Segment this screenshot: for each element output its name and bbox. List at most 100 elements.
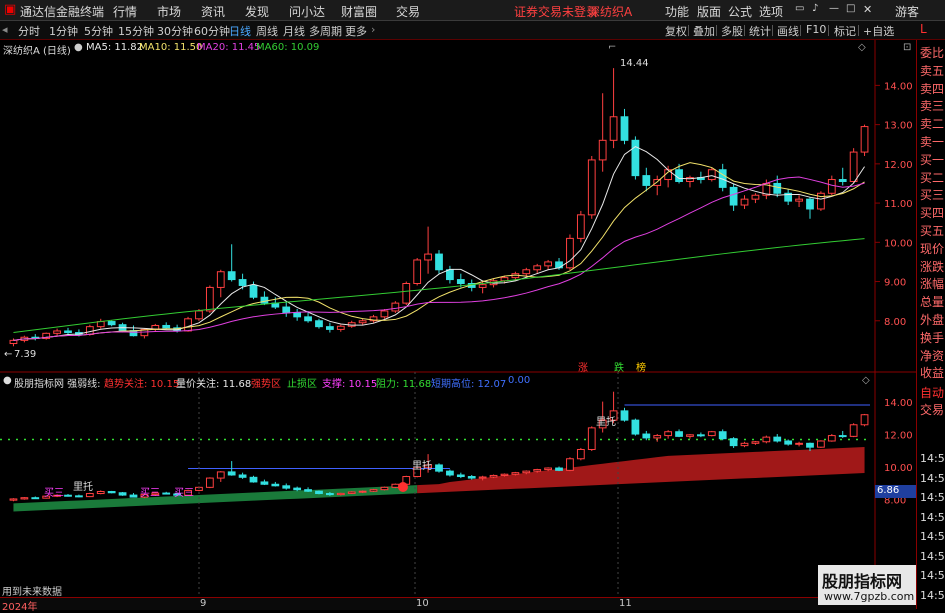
sub-candle-body xyxy=(566,458,574,471)
low-price-marker: 7.39 xyxy=(14,349,37,360)
sub-candle-body xyxy=(675,431,683,437)
sub-candle-body xyxy=(718,431,727,440)
moving-average-lines xyxy=(13,146,865,341)
sub-candle-body xyxy=(576,448,585,460)
menu-item-faxian[interactable]: 发现 xyxy=(245,3,269,20)
tab-multi-period[interactable]: 多周期 xyxy=(309,23,342,39)
sub-candle-body xyxy=(467,476,476,479)
sub-candle-body xyxy=(260,481,269,485)
btn-add-favorite[interactable]: +自选 xyxy=(863,23,894,39)
tab-30min[interactable]: 30分钟 xyxy=(157,23,193,39)
legend-trend: 趋势关注: 10.15 xyxy=(104,379,180,390)
tab-monthly[interactable]: 月线 xyxy=(283,23,305,39)
tab-daily[interactable]: 日线 xyxy=(229,23,251,39)
tab-more[interactable]: 更多 xyxy=(345,23,367,39)
menu-item-gongshi[interactable]: 公式 xyxy=(728,3,752,20)
menu-item-jiaoyi[interactable]: 交易 xyxy=(396,3,420,20)
ma20-legend: MA20: 11.45 xyxy=(197,42,261,53)
sound-icon[interactable]: ♪ xyxy=(812,3,818,14)
sub-candle-body xyxy=(446,470,454,476)
maximize-icon[interactable]: □ xyxy=(846,3,855,14)
btn-fuquan[interactable]: 复权 xyxy=(665,23,687,39)
sub-candle-body xyxy=(435,464,443,472)
sub-candle-body xyxy=(522,470,531,474)
sub-candle-body xyxy=(544,467,552,471)
sub-candle-body xyxy=(358,490,367,493)
trade-login-status[interactable]: 证券交易未登录 xyxy=(514,3,598,20)
close-icon[interactable]: ✕ xyxy=(863,3,872,16)
menu-item-banmian[interactable]: 版面 xyxy=(697,3,721,20)
panel-time-7: 14:56 xyxy=(920,588,945,602)
guest-user[interactable]: 游客 xyxy=(895,3,919,20)
minimize-icon[interactable]: — xyxy=(829,3,839,14)
tab-60min[interactable]: 60分钟 xyxy=(194,23,230,39)
btn-huaxian[interactable]: 画线 xyxy=(777,23,799,39)
menu-item-hangqing[interactable]: 行情 xyxy=(113,3,137,20)
tab-1min[interactable]: 1分钟 xyxy=(49,23,78,39)
tab-15min[interactable]: 15分钟 xyxy=(118,23,154,39)
collapse-icon[interactable]: ◂ xyxy=(2,23,8,36)
candle-body xyxy=(184,318,192,332)
panel-item-0: 委比 xyxy=(920,46,945,60)
panel-bottom-1[interactable]: 交易 xyxy=(920,401,944,418)
indicator-name: 股朋指标网 强弱线: xyxy=(14,379,101,390)
candle-body xyxy=(216,271,225,288)
candle-body xyxy=(522,269,531,275)
menu-bar: ▣ 通达信金融终端 行情 市场 资讯 发现 问小达 财富圈 交易 证券交易未登录… xyxy=(0,0,945,21)
annotation-litou-3: 里托 xyxy=(73,482,93,493)
strong-band xyxy=(417,446,865,494)
panel-item-4: 卖二 xyxy=(920,117,945,132)
axis-label-1: 13.00 xyxy=(884,121,913,132)
candle-body xyxy=(282,306,291,314)
sub-candle-body xyxy=(533,469,542,472)
sub-candle-body xyxy=(216,471,225,479)
period-toolbar: ◂ 分时 1分钟 5分钟 15分钟 30分钟 60分钟 日线 周线 月线 多周期… xyxy=(0,21,945,40)
tab-weekly[interactable]: 周线 xyxy=(256,23,278,39)
panel-bottom-0[interactable]: 自动 xyxy=(920,384,944,401)
menu-item-wenxiaoda[interactable]: 问小达 xyxy=(289,3,325,20)
menu-item-xuanxiang[interactable]: 选项 xyxy=(759,3,783,20)
candle-body xyxy=(9,339,18,345)
candle-body xyxy=(380,310,389,318)
candle-body xyxy=(315,320,323,328)
level-badge[interactable]: L xyxy=(920,22,927,36)
panel-time-3: 14:56 xyxy=(920,510,945,524)
chart-area[interactable]: 14.0013.0012.0011.0010.009.008.00 14.001… xyxy=(0,40,916,597)
menu-item-caifuquan[interactable]: 财富圈 xyxy=(341,3,377,20)
menu-item-shichang[interactable]: 市场 xyxy=(157,3,181,20)
candle-body xyxy=(838,179,847,183)
btn-duogu[interactable]: 多股 xyxy=(721,23,743,39)
candlestick-series xyxy=(9,68,869,347)
candle-body xyxy=(53,330,61,334)
sub-candle-body xyxy=(620,410,629,421)
diamond-sub-icon[interactable]: ◇ xyxy=(862,375,870,386)
btn-tongji[interactable]: 统计 xyxy=(749,23,771,39)
btn-biaoji[interactable]: 标记 xyxy=(834,23,856,39)
candle-body xyxy=(424,253,432,261)
tab-5min[interactable]: 5分钟 xyxy=(84,23,113,39)
menu-item-gongneng[interactable]: 功能 xyxy=(665,3,689,20)
expand-icon[interactable]: ⊡ xyxy=(903,42,911,53)
diamond-icon[interactable]: ◇ xyxy=(858,42,866,53)
sub-candle-body xyxy=(860,414,869,426)
candle-body xyxy=(806,198,814,210)
candle-body xyxy=(609,116,618,141)
sub-candle-body xyxy=(85,493,94,498)
sub-candle-body xyxy=(664,431,673,437)
candle-body xyxy=(598,139,607,161)
menu-item-zixun[interactable]: 资讯 xyxy=(201,3,225,20)
sub-candle-body xyxy=(64,494,72,497)
sub-candle-body xyxy=(587,427,596,450)
btn-diejia[interactable]: 叠加 xyxy=(693,23,715,39)
sub-axis-label-2: 10.00 xyxy=(884,463,913,474)
settings-sub-icon[interactable]: ● xyxy=(3,375,12,386)
tab-fenshi[interactable]: 分时 xyxy=(18,23,40,39)
btn-f10[interactable]: F10 xyxy=(806,23,826,36)
window-icon[interactable]: ▭ xyxy=(795,3,804,14)
chevron-right-icon[interactable]: › xyxy=(371,23,375,36)
sub-candle-body xyxy=(162,492,171,495)
sub-candle-body xyxy=(205,477,214,488)
settings-icon[interactable]: ● xyxy=(74,42,83,53)
candle-body xyxy=(849,151,858,182)
panel-item-8: 买三 xyxy=(920,188,945,203)
